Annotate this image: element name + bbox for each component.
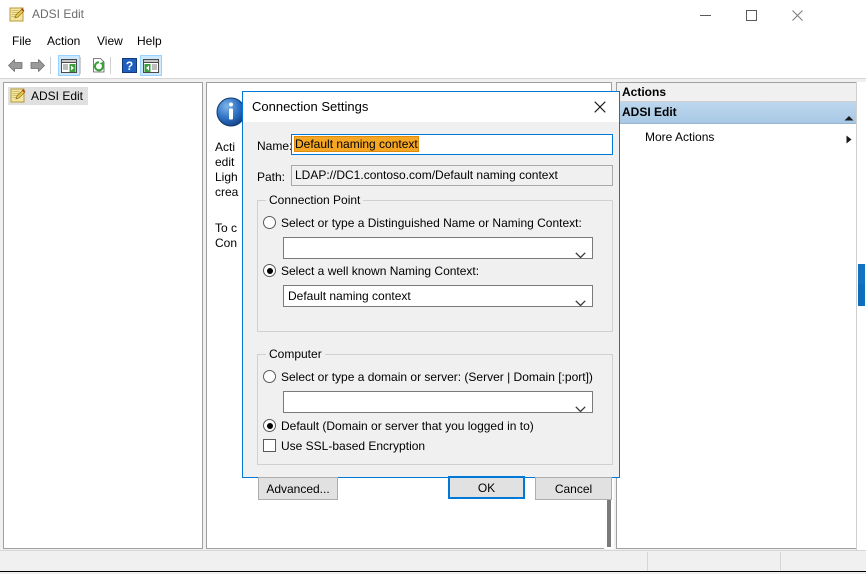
- adsi-edit-icon: [10, 88, 26, 104]
- menu-view[interactable]: View: [91, 32, 129, 50]
- computer-group: Computer Select or type a domain or serv…: [257, 347, 613, 465]
- name-label: Name:: [257, 139, 293, 153]
- tree-item-label: ADSI Edit: [31, 89, 84, 103]
- ssl-encryption-label: Use SSL-based Encryption: [281, 439, 426, 453]
- console-tree-pane: ADSI Edit: [3, 82, 203, 549]
- window-titlebar: ADSI Edit: [0, 0, 866, 30]
- background-window-accent-dark: [858, 264, 865, 284]
- name-input[interactable]: Default naming context: [291, 134, 613, 155]
- path-value: LDAP://DC1.contoso.com/Default naming co…: [295, 168, 558, 182]
- domain-or-server-combo[interactable]: [283, 391, 593, 413]
- toolbar-separator-3: [110, 57, 111, 74]
- name-input-value: Default naming context: [294, 136, 419, 152]
- radio-well-known-naming-context-label: Select a well known Naming Context:: [281, 264, 480, 278]
- refresh-icon[interactable]: [88, 55, 110, 76]
- chevron-down-icon[interactable]: [575, 399, 586, 412]
- radio-distinguished-name[interactable]: [263, 216, 276, 229]
- status-separator-1: [647, 552, 648, 572]
- radio-domain-or-server-label: Select or type a domain or server: (Serv…: [281, 370, 593, 384]
- menu-help[interactable]: Help: [131, 32, 168, 50]
- connection-point-group-title: Connection Point: [266, 193, 364, 207]
- minimize-button[interactable]: [682, 0, 728, 30]
- chevron-down-icon[interactable]: [575, 293, 586, 306]
- toolbar-separator-2: [80, 57, 81, 74]
- advanced-button[interactable]: Advanced...: [258, 477, 338, 500]
- background-window-sliver: [856, 82, 866, 550]
- adsi-edit-window: ADSI Edit File Action View Help ? ADSI E…: [0, 0, 866, 574]
- connection-settings-dialog: Connection Settings Name: Default naming…: [242, 91, 620, 500]
- radio-distinguished-name-label: Select or type a Distinguished Name or N…: [281, 216, 582, 230]
- actions-group-label: ADSI Edit: [622, 105, 677, 119]
- dialog-close-button[interactable]: [581, 92, 619, 121]
- window-close-button[interactable]: [774, 0, 820, 30]
- help-icon[interactable]: ?: [118, 55, 140, 76]
- actions-pane: Actions ADSI Edit More Actions: [616, 82, 863, 549]
- actions-header-label: Actions: [622, 85, 667, 99]
- toolbar: ?: [0, 52, 866, 79]
- dialog-body: Name: Default naming context Path: LDAP:…: [243, 122, 619, 500]
- status-bar: [0, 550, 866, 572]
- menu-bar: File Action View Help: [0, 30, 866, 52]
- toolbar-separator-1: [50, 57, 51, 74]
- status-separator-2: [780, 552, 781, 572]
- show-hide-console-tree-icon[interactable]: [58, 55, 80, 76]
- advanced-button-label: Advanced...: [266, 481, 330, 496]
- ssl-encryption-checkbox[interactable]: [263, 439, 276, 452]
- ok-button-label: OK: [477, 480, 496, 495]
- svg-text:?: ?: [125, 59, 132, 73]
- chevron-down-icon[interactable]: [575, 245, 586, 258]
- computer-group-title: Computer: [266, 347, 325, 361]
- forward-icon[interactable]: [26, 55, 48, 76]
- back-icon[interactable]: [4, 55, 26, 76]
- radio-default-domain[interactable]: [263, 419, 276, 432]
- actions-group-adsi-edit[interactable]: ADSI Edit: [617, 102, 862, 124]
- dialog-title: Connection Settings: [252, 99, 369, 114]
- actions-pane-header: Actions: [617, 83, 862, 102]
- menu-file[interactable]: File: [6, 32, 37, 50]
- path-label: Path:: [257, 170, 286, 184]
- well-known-naming-context-combo[interactable]: Default naming context: [283, 285, 593, 307]
- chevron-up-icon[interactable]: [844, 110, 854, 124]
- maximize-button[interactable]: [728, 0, 774, 30]
- well-known-naming-context-value: Default naming context: [288, 289, 411, 303]
- cancel-button[interactable]: Cancel: [535, 477, 612, 500]
- adsi-edit-icon: [9, 7, 25, 23]
- path-field: LDAP://DC1.contoso.com/Default naming co…: [291, 165, 613, 186]
- ok-button[interactable]: OK: [448, 476, 525, 499]
- radio-domain-or-server[interactable]: [263, 370, 276, 383]
- distinguished-name-combo[interactable]: [283, 237, 593, 259]
- radio-default-domain-label: Default (Domain or server that you logge…: [281, 419, 534, 433]
- action-item-label: More Actions: [645, 130, 715, 144]
- triangle-right-icon: [846, 133, 852, 147]
- window-title: ADSI Edit: [32, 7, 85, 21]
- show-hide-action-pane-icon[interactable]: [140, 55, 162, 76]
- tree-item-adsi-edit[interactable]: ADSI Edit: [8, 87, 89, 105]
- menu-action[interactable]: Action: [41, 32, 86, 50]
- dialog-titlebar: Connection Settings: [243, 92, 619, 122]
- action-item-more-actions[interactable]: More Actions: [617, 128, 862, 148]
- connection-point-group: Connection Point Select or type a Distin…: [257, 193, 613, 332]
- radio-well-known-naming-context[interactable]: [263, 264, 276, 277]
- cancel-button-label: Cancel: [554, 481, 593, 496]
